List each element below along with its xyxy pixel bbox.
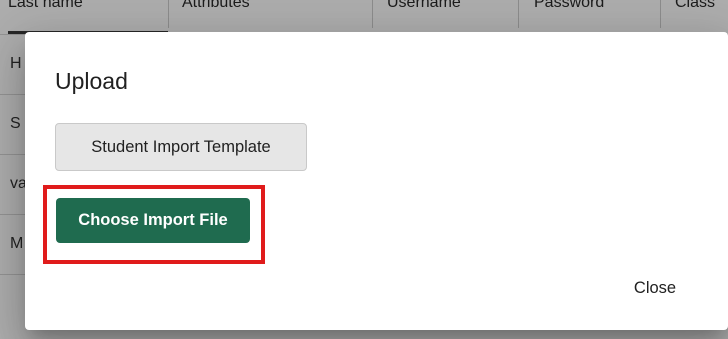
- dialog-title: Upload: [55, 68, 128, 94]
- screen: Last name Attributes Username Password C…: [0, 0, 728, 339]
- upload-dialog: Upload Student Import Template Choose Im…: [25, 32, 728, 330]
- close-button[interactable]: Close: [615, 270, 695, 306]
- choose-import-file-button[interactable]: Choose Import File: [56, 198, 250, 243]
- student-import-template-button[interactable]: Student Import Template: [55, 123, 307, 171]
